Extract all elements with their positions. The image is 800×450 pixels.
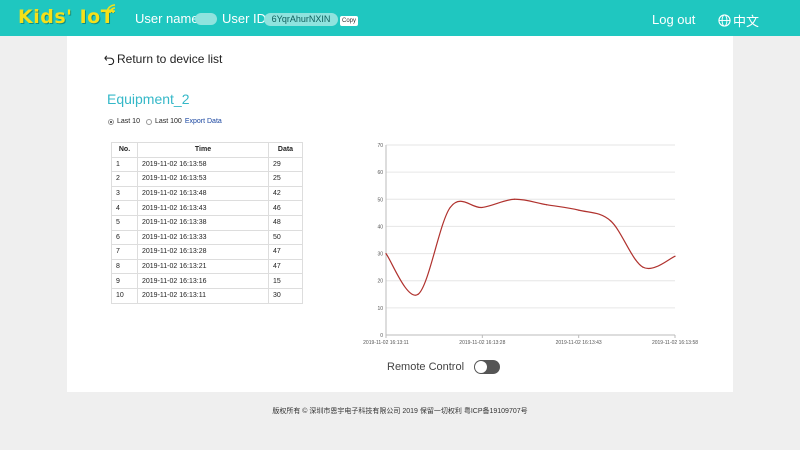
cell-no: 2 bbox=[111, 171, 138, 187]
y-tick-label: 30 bbox=[377, 252, 383, 258]
toggle-knob bbox=[475, 361, 488, 373]
cell-time: 2019-11-02 16:13:16 bbox=[137, 273, 269, 289]
data-point bbox=[449, 206, 451, 209]
cell-data: 46 bbox=[268, 200, 303, 216]
remote-control-label: Remote Control bbox=[387, 361, 465, 373]
device-title: Equipment_2 bbox=[107, 91, 190, 107]
logo: Kids' IoT bbox=[18, 6, 115, 28]
y-tick-label: 70 bbox=[377, 143, 383, 149]
cell-time: 2019-11-02 16:13:11 bbox=[137, 287, 269, 304]
data-point bbox=[578, 209, 580, 211]
language-switch[interactable]: 中文 bbox=[718, 11, 759, 30]
data-point bbox=[417, 293, 419, 295]
cell-time: 2019-11-02 16:13:58 bbox=[137, 156, 269, 173]
column-header-data: Data bbox=[268, 142, 303, 158]
language-label: 中文 bbox=[733, 14, 760, 29]
table-header-row: No. Time Data bbox=[111, 142, 303, 158]
cell-time: 2019-11-02 16:13:38 bbox=[137, 214, 269, 231]
y-tick-label: 10 bbox=[377, 306, 383, 312]
radio-last-100[interactable] bbox=[145, 118, 152, 125]
back-link-label: Return to device list bbox=[117, 52, 223, 66]
data-point bbox=[674, 255, 676, 257]
table-row: 7 2019-11-02 16:13:28 47 bbox=[111, 244, 303, 260]
user-name-value bbox=[195, 13, 217, 25]
table-row: 2 2019-11-02 16:13:53 25 bbox=[111, 171, 303, 187]
cell-no: 3 bbox=[111, 185, 138, 202]
cell-time: 2019-11-02 16:13:33 bbox=[137, 229, 269, 246]
table-row: 4 2019-11-02 16:13:43 46 bbox=[111, 200, 303, 216]
back-arrow-icon bbox=[104, 54, 115, 65]
user-id-label: User ID bbox=[222, 11, 267, 26]
table-row: 1 2019-11-02 16:13:58 29 bbox=[111, 156, 303, 173]
table-row: 3 2019-11-02 16:13:48 42 bbox=[111, 185, 303, 202]
globe-icon bbox=[718, 14, 731, 27]
table-row: 10 2019-11-02 16:13:11 30 bbox=[111, 287, 303, 304]
cell-no: 8 bbox=[111, 258, 138, 275]
cell-data: 29 bbox=[268, 156, 303, 173]
cell-no: 1 bbox=[111, 156, 138, 173]
x-tick-label: 2019-11-02 16:13:58 bbox=[652, 340, 698, 346]
cell-data: 50 bbox=[268, 229, 303, 246]
table-row: 8 2019-11-02 16:13:21 47 bbox=[111, 258, 303, 275]
user-id-value: 6YqrAhurNXIN bbox=[264, 13, 338, 26]
cell-time: 2019-11-02 16:13:28 bbox=[137, 244, 269, 260]
cell-no: 4 bbox=[111, 200, 138, 216]
cell-time: 2019-11-02 16:13:53 bbox=[137, 171, 269, 187]
y-tick-label: 40 bbox=[377, 224, 383, 230]
cell-data: 42 bbox=[268, 185, 303, 202]
cell-data: 15 bbox=[268, 273, 303, 289]
table-row: 6 2019-11-02 16:13:33 50 bbox=[111, 229, 303, 246]
y-tick-label: 60 bbox=[377, 170, 383, 176]
remote-control-toggle[interactable] bbox=[474, 360, 501, 374]
cell-data: 47 bbox=[268, 244, 303, 260]
remote-control: Remote Control bbox=[387, 360, 501, 374]
cell-data: 48 bbox=[268, 214, 303, 231]
data-point bbox=[481, 206, 483, 209]
logout-link[interactable]: Log out bbox=[652, 12, 695, 27]
cell-no: 7 bbox=[111, 244, 138, 260]
cell-no: 6 bbox=[111, 229, 138, 246]
cell-no: 5 bbox=[111, 214, 138, 231]
table-row: 5 2019-11-02 16:13:38 48 bbox=[111, 214, 303, 231]
data-line-chart: 0 10 20 30 40 50 60 70 2019-11-02 16:13:11 2019-1… bbox=[363, 143, 698, 346]
cell-no: 10 bbox=[111, 287, 138, 304]
data-point bbox=[545, 204, 548, 206]
cell-no: 9 bbox=[111, 273, 138, 289]
footer-copyright: 版权所有 © 深圳市恩宇电子科技有限公司 2019 保留一切权利 粤ICP备19… bbox=[272, 408, 528, 415]
column-header-time: Time bbox=[137, 142, 269, 158]
cell-time: 2019-11-02 16:13:43 bbox=[137, 200, 269, 216]
cell-data: 25 bbox=[268, 171, 303, 187]
data-point bbox=[610, 220, 612, 222]
radio-last-10[interactable] bbox=[108, 118, 114, 125]
y-tick-label: 0 bbox=[380, 333, 383, 339]
radio-last-10-label: Last 10 bbox=[117, 118, 140, 125]
user-name-label: User name bbox=[135, 11, 199, 26]
table-row: 9 2019-11-02 16:13:16 15 bbox=[111, 273, 303, 289]
column-header-no: No. bbox=[111, 142, 138, 158]
data-point bbox=[513, 198, 516, 200]
back-link[interactable]: Return to device list bbox=[104, 52, 222, 66]
x-tick-label: 2019-11-02 16:13:11 bbox=[363, 340, 409, 346]
copy-button[interactable]: Copy bbox=[340, 16, 358, 26]
x-tick-label: 2019-11-02 16:13:28 bbox=[459, 340, 505, 346]
cell-time: 2019-11-02 16:13:48 bbox=[137, 185, 269, 202]
data-point bbox=[642, 266, 644, 268]
wifi-icon bbox=[106, 4, 116, 14]
top-bar: Kids' IoT User name User ID 6YqrAhurNXIN… bbox=[0, 0, 800, 36]
y-tick-label: 50 bbox=[377, 197, 383, 203]
cell-data: 47 bbox=[268, 258, 303, 275]
cell-data: 30 bbox=[268, 287, 303, 304]
data-table: No. Time Data 1 2019-11-02 16:13:58 29 2 201… bbox=[111, 142, 303, 304]
cell-time: 2019-11-02 16:13:21 bbox=[137, 258, 269, 275]
y-tick-label: 20 bbox=[377, 279, 383, 285]
radio-last-100-label: Last 100 bbox=[154, 118, 182, 125]
range-selector: Last 10 Last 100 Export Data bbox=[108, 118, 222, 125]
x-tick-label: 2019-11-02 16:13:43 bbox=[556, 340, 602, 346]
export-data-link[interactable]: Export Data bbox=[185, 118, 222, 125]
data-point bbox=[385, 252, 387, 255]
